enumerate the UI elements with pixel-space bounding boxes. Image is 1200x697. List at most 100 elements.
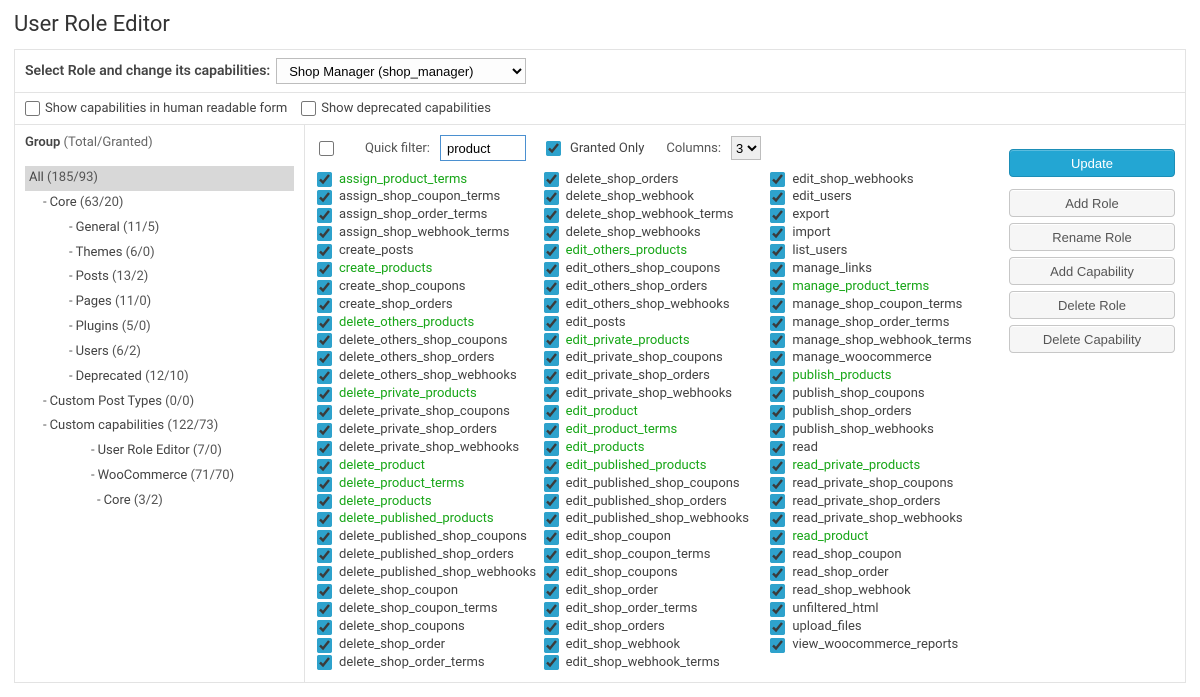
add-capability-button[interactable]: Add Capability	[1009, 257, 1175, 285]
rename-role-button[interactable]: Rename Role	[1009, 223, 1175, 251]
capability-checkbox[interactable]	[544, 208, 559, 223]
capability-item[interactable]: manage_links	[770, 260, 991, 278]
capability-checkbox[interactable]	[317, 512, 332, 527]
capability-item[interactable]: assign_shop_coupon_terms	[317, 189, 538, 207]
capability-item[interactable]: read_private_shop_coupons	[770, 475, 991, 493]
sidebar-item[interactable]: -Pages (11/0)	[25, 290, 294, 315]
capability-item[interactable]: read_private_shop_webhooks	[770, 511, 991, 529]
capability-item[interactable]: create_shop_orders	[317, 296, 538, 314]
capability-checkbox[interactable]	[317, 405, 332, 420]
capability-checkbox[interactable]	[317, 638, 332, 653]
capability-checkbox[interactable]	[544, 316, 559, 331]
capability-checkbox[interactable]	[770, 494, 785, 509]
delete-role-button[interactable]: Delete Role	[1009, 291, 1175, 319]
capability-checkbox[interactable]	[544, 512, 559, 527]
capability-checkbox[interactable]	[770, 620, 785, 635]
capability-item[interactable]: view_woocommerce_reports	[770, 636, 991, 654]
capability-checkbox[interactable]	[770, 602, 785, 617]
sidebar-item[interactable]: -Custom capabilities (122/73)	[25, 414, 294, 439]
sidebar-item[interactable]: -Core (63/20)	[25, 191, 294, 216]
capability-item[interactable]: manage_product_terms	[770, 278, 991, 296]
capability-checkbox[interactable]	[770, 280, 785, 295]
capability-item[interactable]: list_users	[770, 243, 991, 261]
capability-item[interactable]: read_shop_coupon	[770, 547, 991, 565]
capability-checkbox[interactable]	[770, 244, 785, 259]
capability-checkbox[interactable]	[770, 530, 785, 545]
capability-item[interactable]: publish_shop_coupons	[770, 386, 991, 404]
capability-item[interactable]: edit_published_shop_coupons	[544, 475, 765, 493]
columns-select[interactable]: 3	[731, 136, 761, 160]
capability-item[interactable]: delete_shop_coupon_terms	[317, 600, 538, 618]
capability-item[interactable]: edit_others_shop_webhooks	[544, 296, 765, 314]
update-button[interactable]: Update	[1009, 149, 1175, 177]
sidebar-item[interactable]: -WooCommerce (71/70)	[25, 464, 294, 489]
capability-checkbox[interactable]	[317, 369, 332, 384]
capability-checkbox[interactable]	[544, 477, 559, 492]
capability-item[interactable]: edit_shop_order_terms	[544, 600, 765, 618]
capability-checkbox[interactable]	[317, 566, 332, 581]
capability-item[interactable]: edit_shop_webhook	[544, 636, 765, 654]
capability-item[interactable]: edit_published_shop_orders	[544, 493, 765, 511]
capability-checkbox[interactable]	[770, 548, 785, 563]
capability-item[interactable]: edit_private_products	[544, 332, 765, 350]
capability-checkbox[interactable]	[317, 333, 332, 348]
capability-item[interactable]: edit_others_shop_orders	[544, 278, 765, 296]
capability-checkbox[interactable]	[770, 369, 785, 384]
capability-checkbox[interactable]	[317, 262, 332, 277]
capability-item[interactable]: edit_private_shop_coupons	[544, 350, 765, 368]
capability-checkbox[interactable]	[317, 655, 332, 670]
capability-checkbox[interactable]	[544, 584, 559, 599]
capability-checkbox[interactable]	[544, 226, 559, 241]
capability-checkbox[interactable]	[544, 620, 559, 635]
capability-item[interactable]: create_posts	[317, 243, 538, 261]
capability-item[interactable]: edit_shop_orders	[544, 618, 765, 636]
capability-item[interactable]: create_products	[317, 260, 538, 278]
capability-item[interactable]: delete_private_shop_coupons	[317, 404, 538, 422]
capability-item[interactable]: delete_product_terms	[317, 475, 538, 493]
capability-checkbox[interactable]	[317, 172, 332, 187]
capability-item[interactable]: manage_woocommerce	[770, 350, 991, 368]
capability-item[interactable]: delete_shop_webhook_terms	[544, 207, 765, 225]
capability-checkbox[interactable]	[317, 298, 332, 313]
capability-item[interactable]: delete_published_products	[317, 511, 538, 529]
sidebar-item[interactable]: -Deprecated (12/10)	[25, 365, 294, 390]
capability-item[interactable]: export	[770, 207, 991, 225]
capability-checkbox[interactable]	[317, 244, 332, 259]
capability-checkbox[interactable]	[544, 244, 559, 259]
sidebar-item[interactable]: -User Role Editor (7/0)	[25, 439, 294, 464]
capability-checkbox[interactable]	[544, 369, 559, 384]
capability-item[interactable]: assign_product_terms	[317, 171, 538, 189]
capability-item[interactable]: upload_files	[770, 618, 991, 636]
capability-checkbox[interactable]	[317, 477, 332, 492]
human-readable-checkbox[interactable]	[25, 101, 40, 116]
deprecated-option[interactable]: Show deprecated capabilities	[301, 101, 491, 116]
capability-item[interactable]: read_shop_order	[770, 565, 991, 583]
capability-checkbox[interactable]	[544, 262, 559, 277]
capability-checkbox[interactable]	[317, 351, 332, 366]
capability-item[interactable]: delete_shop_order	[317, 636, 538, 654]
capability-checkbox[interactable]	[770, 405, 785, 420]
capability-item[interactable]: delete_shop_coupon	[317, 582, 538, 600]
capability-item[interactable]: publish_shop_webhooks	[770, 421, 991, 439]
capability-checkbox[interactable]	[317, 208, 332, 223]
capability-item[interactable]: edit_shop_webhooks	[770, 171, 991, 189]
capability-item[interactable]: delete_private_shop_orders	[317, 421, 538, 439]
capability-checkbox[interactable]	[544, 655, 559, 670]
capability-item[interactable]: edit_others_products	[544, 243, 765, 261]
capability-item[interactable]: edit_posts	[544, 314, 765, 332]
capability-item[interactable]: delete_shop_orders	[544, 171, 765, 189]
capability-item[interactable]: manage_shop_order_terms	[770, 314, 991, 332]
capability-item[interactable]: unfiltered_html	[770, 600, 991, 618]
capability-item[interactable]: edit_private_shop_webhooks	[544, 386, 765, 404]
capability-checkbox[interactable]	[770, 459, 785, 474]
capability-item[interactable]: delete_shop_webhook	[544, 189, 765, 207]
capability-item[interactable]: read_product	[770, 529, 991, 547]
capability-item[interactable]: read_private_products	[770, 457, 991, 475]
capability-checkbox[interactable]	[770, 333, 785, 348]
granted-only-checkbox[interactable]	[546, 141, 561, 156]
select-all-checkbox[interactable]	[319, 141, 334, 156]
capability-item[interactable]: edit_shop_order	[544, 582, 765, 600]
capability-item[interactable]: edit_private_shop_orders	[544, 368, 765, 386]
sidebar-item[interactable]: -Plugins (5/0)	[25, 315, 294, 340]
capability-checkbox[interactable]	[317, 316, 332, 331]
